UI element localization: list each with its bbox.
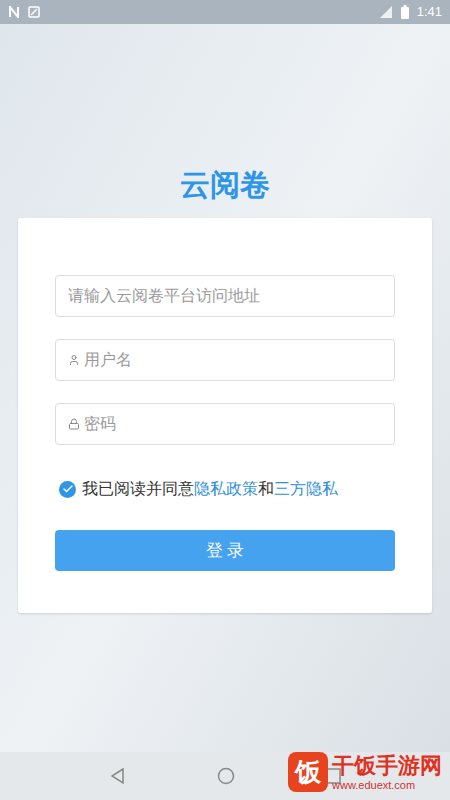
url-input[interactable]: 请输入云阅卷平台访问地址 <box>55 275 395 317</box>
watermark-name: 干饭手游网 <box>332 753 442 779</box>
agreement-row: 我已阅读并同意隐私政策和三方隐私 <box>55 477 395 501</box>
watermark-logo: 饭 <box>288 752 328 792</box>
agreement-checkbox[interactable] <box>59 481 76 498</box>
agreement-text: 和 <box>258 477 274 501</box>
login-card: 请输入云阅卷平台访问地址用户名密码我已阅读并同意隐私政策和三方隐私登 录 <box>18 218 432 613</box>
watermark-url: www.eduext.com <box>332 779 415 792</box>
home-icon[interactable] <box>217 767 235 785</box>
notification-icon <box>8 6 20 18</box>
content: 云阅卷请输入云阅卷平台访问地址用户名密码我已阅读并同意隐私政策和三方隐私登 录 <box>0 24 450 752</box>
signal-icon <box>379 5 393 19</box>
status-time: 1:41 <box>417 2 442 22</box>
agreement-text: 我已阅读并同意 <box>82 477 194 501</box>
policy-link[interactable]: 三方隐私 <box>274 477 338 501</box>
login-screen: 1:41云阅卷请输入云阅卷平台访问地址用户名密码我已阅读并同意隐私政策和三方隐私… <box>0 0 450 800</box>
login-button[interactable]: 登 录 <box>55 530 395 571</box>
watermark: 饭干饭手游网www.eduext.com <box>288 752 442 792</box>
app-notification-icon <box>28 6 40 18</box>
battery-icon <box>401 5 409 19</box>
password-input[interactable]: 密码 <box>55 403 395 445</box>
back-icon[interactable] <box>109 767 127 785</box>
app-title: 云阅卷 <box>0 168 450 202</box>
status-bar: 1:41 <box>0 0 450 24</box>
user-input[interactable]: 用户名 <box>55 339 395 381</box>
user-icon <box>68 354 80 366</box>
check-icon <box>62 483 74 495</box>
lock-icon <box>68 418 80 430</box>
policy-link[interactable]: 隐私政策 <box>194 477 258 501</box>
